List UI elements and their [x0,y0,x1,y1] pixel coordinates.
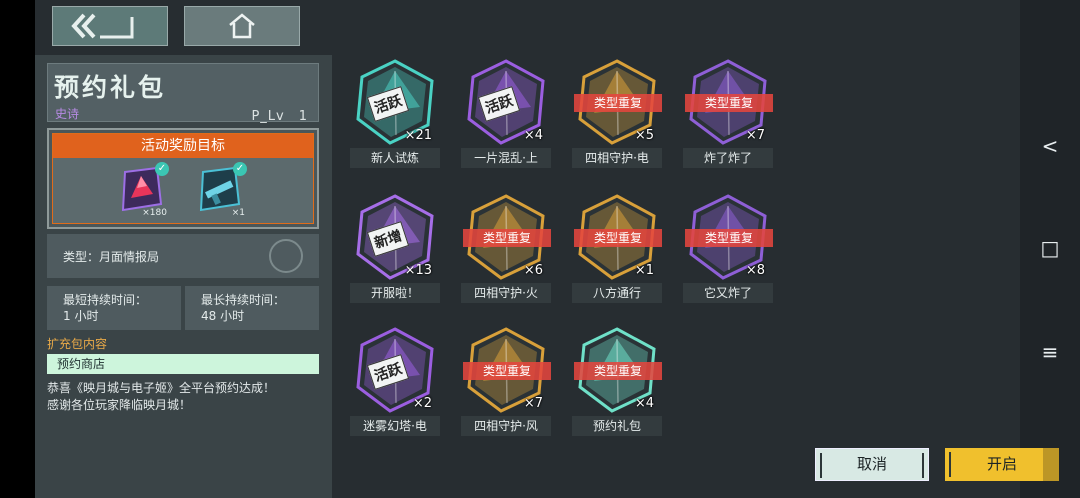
pack-type-box: 类型：月面情报局 [47,234,319,278]
home-button[interactable] [184,6,300,46]
expansion-label: 扩充包内容 [47,337,108,351]
pack-item[interactable]: 活跃 ×2 迷雾幻塔·电 [350,325,440,437]
duplicate-label: 类型重复 [574,362,662,380]
duplicate-label: 类型重复 [574,94,662,112]
globe-icon [269,239,303,273]
pack-item[interactable]: 类型重复 ×1 八方通行 [572,192,662,304]
item-count: ×5 [634,128,654,143]
description-line: 恭喜《映月城与电子姬》全平台预约达成！ [47,381,276,395]
pack-item[interactable]: 活跃 ×4 一片混乱·上 [461,57,551,169]
item-name: 四相守护·风 [461,416,551,436]
check-icon: ✓ [155,162,169,176]
reward-item[interactable]: ✓ ×1 [195,162,247,218]
pack-description: 恭喜《映月城与电子姬》全平台预约达成！ 感谢各位玩家降临映月城！ [47,380,327,414]
cancel-button[interactable]: 取消 [815,448,929,481]
reward-header: 活动奖励目标 [53,134,313,158]
system-back-icon[interactable]: < [1040,134,1060,158]
item-count: ×7 [745,128,765,143]
item-count: ×8 [745,263,765,278]
pack-level: P_Lv 1 [251,109,308,124]
min-duration-label: 最短持续时间： [63,293,148,307]
item-name: 八方通行 [572,283,662,303]
duplicate-label: 类型重复 [574,229,662,247]
duplicate-label: 类型重复 [463,362,551,380]
reward-target-box: 活动奖励目标 ✓ ×180 ✓ ×1 [47,128,319,229]
max-duration-box: 最长持续时间： 48 小时 [185,286,319,330]
item-name: 它又炸了 [683,283,773,303]
system-menu-icon[interactable]: ≡ [1040,340,1060,364]
duplicate-label: 类型重复 [685,229,773,247]
max-duration-label: 最长持续时间： [201,293,286,307]
left-edge [0,0,35,498]
item-count: ×1 [634,263,654,278]
open-button[interactable]: 开启 [945,448,1059,481]
home-icon [229,13,255,39]
max-duration-value: 48 小时 [201,309,245,323]
item-count: ×13 [404,263,432,278]
pack-type: 类型：月面情报局 [63,250,160,264]
pack-item[interactable]: 类型重复 ×5 四相守护·电 [572,57,662,169]
back-button[interactable] [52,6,168,46]
shop-bar: 预约商店 [47,354,319,374]
description-line: 感谢各位玩家降临映月城！ [47,398,192,412]
item-count: ×6 [523,263,543,278]
item-name: 迷雾幻塔·电 [350,416,440,436]
item-name: 开服啦！ [350,283,440,303]
item-name: 四相守护·火 [461,283,551,303]
pack-title-box: 预约礼包 史诗 P_Lv 1 [47,63,319,124]
pack-item[interactable]: 类型重复 ×4 预约礼包 [572,325,662,437]
duplicate-label: 类型重复 [685,94,773,112]
item-name: 新人试炼 [350,148,440,168]
item-count: ×2 [412,396,432,411]
pack-info-panel: 预约礼包 史诗 P_Lv 1 活动奖励目标 ✓ ×180 ✓ ×1 类型：月面情… [35,55,332,498]
item-name: 四相守护·电 [572,148,662,168]
pack-item[interactable]: 类型重复 ×8 它又炸了 [683,192,773,304]
pack-item[interactable]: 类型重复 ×6 四相守护·火 [461,192,551,304]
pack-title: 预约礼包 [54,73,167,102]
pack-item[interactable]: 类型重复 ×7 四相守护·风 [461,325,551,437]
back-arrow-icon [71,13,134,39]
pack-item[interactable]: 新增 ×13 开服啦！ [350,192,440,304]
reward-item[interactable]: ✓ ×180 [117,162,169,218]
min-duration-value: 1 小时 [63,309,99,323]
reward-qty: ×1 [231,208,245,218]
item-count: ×7 [523,396,543,411]
item-name: 一片混乱·上 [461,148,551,168]
item-name: 预约礼包 [572,416,662,436]
item-count: ×4 [523,128,543,143]
duplicate-label: 类型重复 [463,229,551,247]
item-name: 炸了炸了 [683,148,773,168]
system-home-icon[interactable]: □ [1040,236,1060,260]
pack-rarity: 史诗 [55,107,80,121]
pack-item[interactable]: 活跃 ×21 新人试炼 [350,57,440,169]
check-icon: ✓ [233,162,247,176]
item-count: ×21 [404,128,432,143]
item-count: ×4 [634,396,654,411]
reward-qty: ×180 [142,208,167,218]
min-duration-box: 最短持续时间： 1 小时 [47,286,181,330]
pack-item[interactable]: 类型重复 ×7 炸了炸了 [683,57,773,169]
